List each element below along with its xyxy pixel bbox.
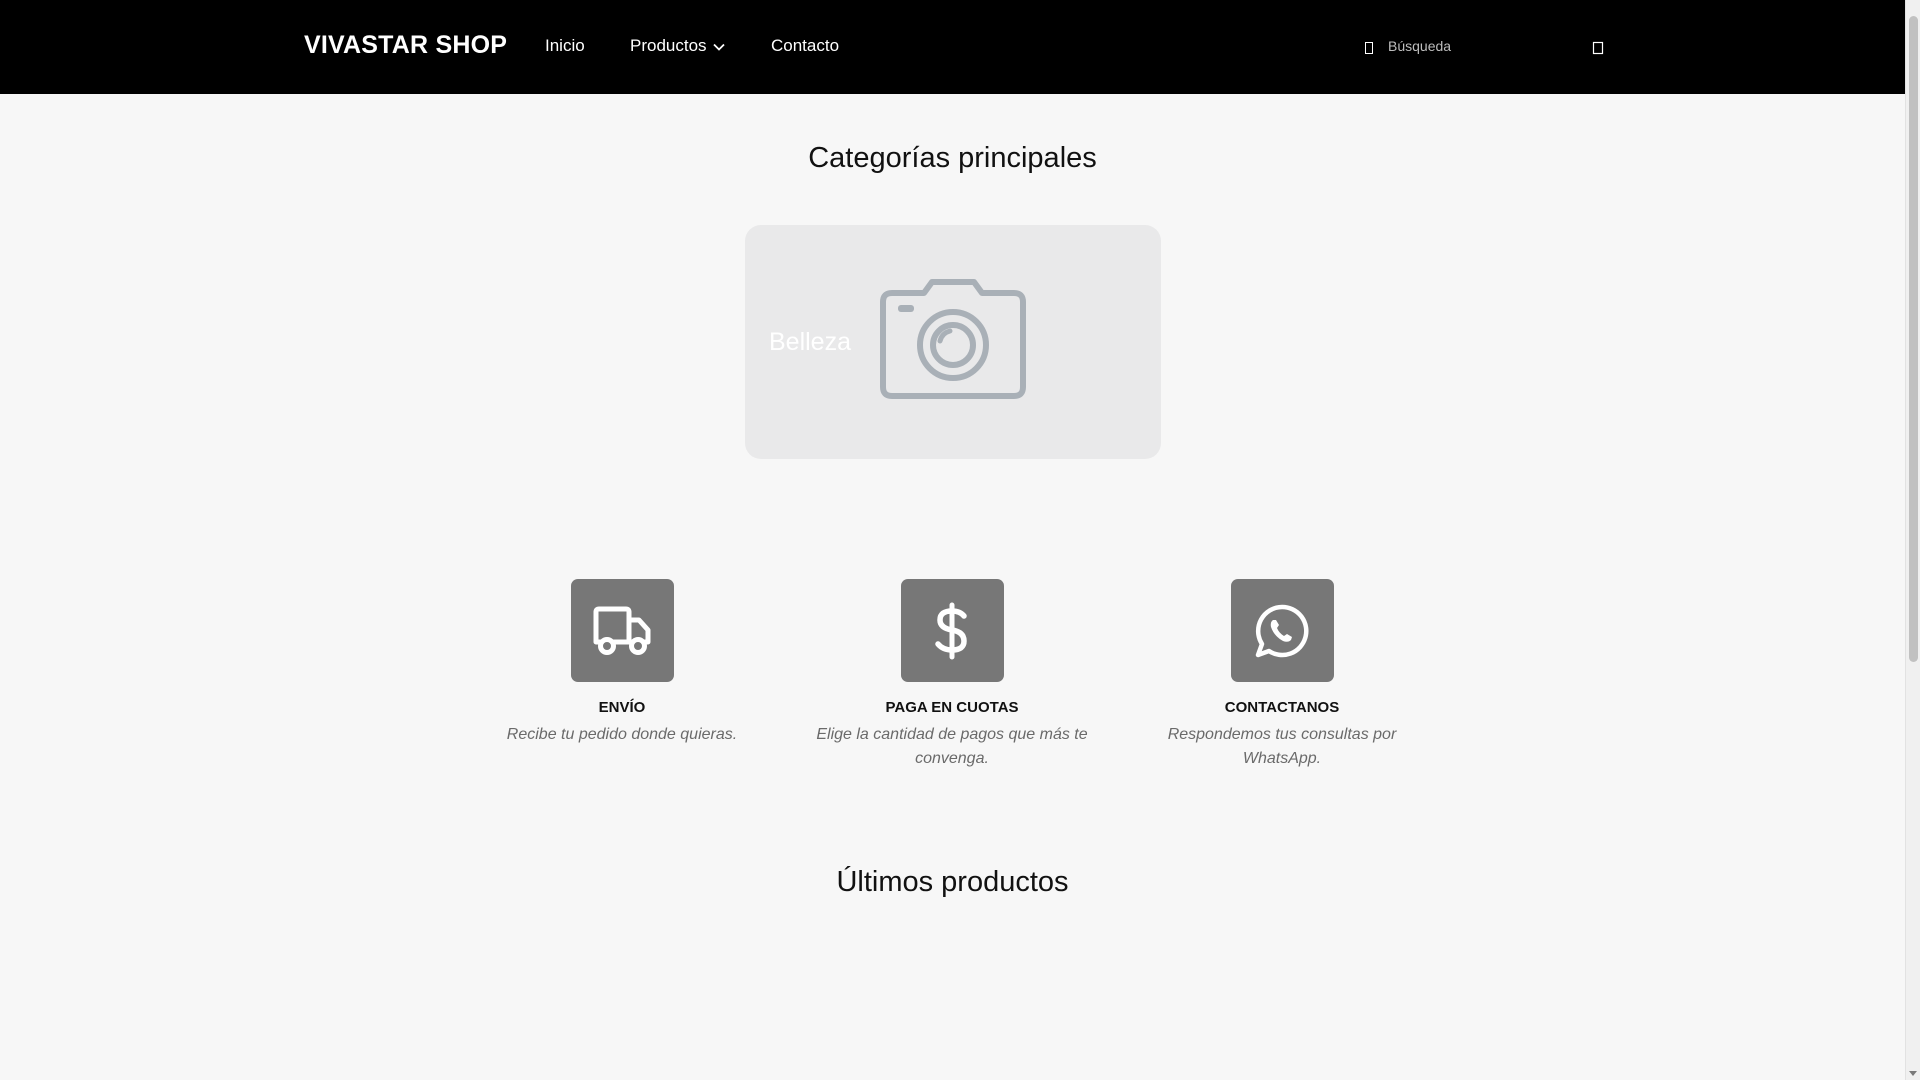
feature-icon-box: [900, 579, 1004, 682]
camera-placeholder-icon: [880, 279, 1026, 399]
top-navbar: VIVASTAR SHOP Inicio Productos Contacto: [0, 0, 1905, 94]
truck-icon: [593, 606, 651, 655]
latest-products-title: Últimos productos: [836, 866, 1069, 898]
search-icon: [1365, 42, 1373, 54]
page-scrollbar[interactable]: [1905, 0, 1920, 1080]
dollar-icon: [935, 602, 967, 659]
search-bar: [1360, 32, 1608, 62]
brand-logo[interactable]: VIVASTAR SHOP: [304, 31, 507, 60]
nav-inicio[interactable]: Inicio: [545, 36, 585, 56]
feature-title: PAGA EN CUOTAS: [885, 699, 1019, 716]
search-input[interactable]: [1388, 32, 1578, 60]
feature-icon-box: [570, 579, 674, 682]
whatsapp-icon: [1255, 604, 1309, 657]
scrollbar-thumb[interactable]: [1909, 16, 1918, 662]
feature-title: ENVÍO: [598, 699, 646, 716]
feature-envio: ENVÍO Recibe tu pedido donde quieras.: [462, 579, 782, 747]
feature-description: Respondemos tus consultas por WhatsApp.: [1167, 726, 1397, 767]
category-label: Belleza: [769, 328, 851, 356]
feature-description: Recibe tu pedido donde quieras.: [506, 726, 738, 743]
search-submit-icon[interactable]: [1592, 41, 1604, 55]
feature-cuotas: PAGA EN CUOTAS Elige la cantidad de pago…: [792, 579, 1112, 771]
nav-productos-label: Productos: [630, 36, 707, 55]
categories-title: Categorías principales: [808, 142, 1097, 174]
chevron-down-icon: [712, 43, 725, 51]
feature-contactanos: CONTACTANOS Respondemos tus consultas po…: [1122, 579, 1442, 771]
feature-icon-box[interactable]: [1230, 579, 1334, 682]
nav-contacto[interactable]: Contacto: [771, 36, 839, 56]
page: VIVASTAR SHOP Inicio Productos Contacto …: [0, 0, 1920, 1080]
feature-description: Elige la cantidad de pagos que más te co…: [816, 726, 1088, 767]
category-card-belleza[interactable]: Belleza: [745, 225, 1161, 459]
feature-title: CONTACTANOS: [1224, 699, 1340, 716]
scroll-down-arrow-icon[interactable]: [1909, 1071, 1917, 1076]
nav-productos[interactable]: Productos: [630, 36, 725, 56]
